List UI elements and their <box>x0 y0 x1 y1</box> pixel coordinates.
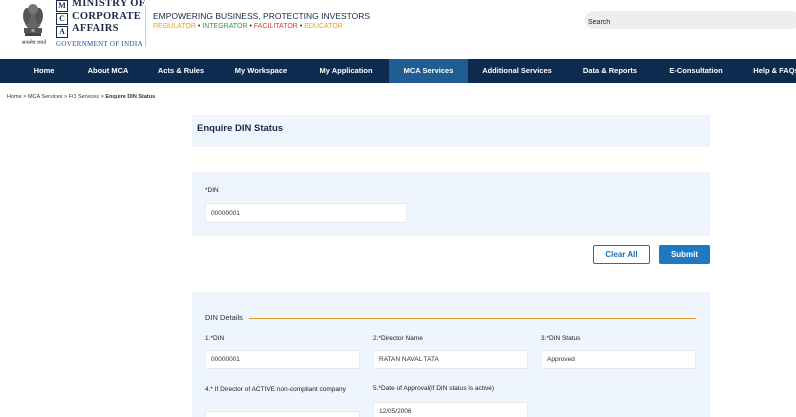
site-header: सत्यमेव जयते M C A MINISTRY OF CORPORATE… <box>0 0 796 59</box>
role-integrator: INTEGRATOR <box>202 23 248 30</box>
nav-item-help-faqs[interactable]: Help & FAQs <box>745 59 796 83</box>
role-separator: • <box>299 23 303 30</box>
din-input[interactable]: 00000001 <box>205 203 407 223</box>
government-of-india-label: GOVERNMENT OF INDIA <box>56 40 143 48</box>
logo-letter-a: A <box>56 26 68 38</box>
role-separator: • <box>197 23 201 30</box>
nav-item-home[interactable]: Home <box>18 59 70 83</box>
detail-din-field[interactable]: 00000001 <box>205 350 360 369</box>
breadcrumb-fo-services[interactable]: FO Services <box>69 94 99 100</box>
search-input[interactable] <box>585 13 796 32</box>
section-divider-line <box>249 318 696 319</box>
main-nav: Home About MCA Acts & Rules My Workspace… <box>0 59 796 83</box>
din-label: *DIN <box>205 187 219 194</box>
detail-label-din: 1.*DIN <box>205 335 225 342</box>
mca-logo-letters[interactable]: M C A <box>56 0 69 39</box>
page-title-panel: Enquire DIN Status <box>192 115 710 147</box>
detail-din-status-field[interactable]: Approved <box>541 350 696 369</box>
mca-logo-text[interactable]: MINISTRY OF CORPORATE AFFAIRS <box>72 0 145 36</box>
nav-item-e-consultation[interactable]: E-Consultation <box>660 59 732 83</box>
din-search-panel: *DIN 00000001 <box>192 172 710 236</box>
breadcrumb-separator: > <box>23 94 27 100</box>
detail-non-compliant-field[interactable] <box>205 411 360 417</box>
search-box[interactable] <box>585 11 796 32</box>
nav-item-my-application[interactable]: My Application <box>310 59 382 83</box>
nav-item-mca-services[interactable]: MCA Services <box>389 59 468 83</box>
breadcrumb-separator: > <box>100 94 104 100</box>
header-divider <box>145 5 146 47</box>
page-title: Enquire DIN Status <box>197 123 284 134</box>
logo-line-1: MINISTRY OF <box>72 0 146 9</box>
role-tagline: REGULATOR • INTEGRATOR • FACILITATOR • E… <box>153 23 343 30</box>
nav-item-acts-rules[interactable]: Acts & Rules <box>150 59 212 83</box>
din-details-panel: DIN Details 1.*DIN 00000001 2.*Director … <box>192 292 710 417</box>
detail-label-non-compliant: 4.* If Director of ACTIVE non-compliant … <box>205 386 346 393</box>
nav-item-additional-services[interactable]: Additional Services <box>477 59 557 83</box>
detail-label-date-of-approval: 5.*Date of Approval(if DIN status is act… <box>373 385 495 392</box>
nav-item-data-reports[interactable]: Data & Reports <box>574 59 646 83</box>
logo-letter-c: C <box>56 13 68 25</box>
logo-line-3: AFFAIRS <box>72 23 119 34</box>
submit-button[interactable]: Submit <box>659 245 710 264</box>
detail-label-director-name: 2.*Director Name <box>373 335 423 342</box>
role-separator: • <box>249 23 252 30</box>
nav-item-my-workspace[interactable]: My Workspace <box>226 59 296 83</box>
logo-line-2: CORPORATE <box>72 10 142 22</box>
breadcrumb-home[interactable]: Home <box>7 94 22 100</box>
role-educator: EDUCATOR <box>304 23 343 30</box>
breadcrumb: Home > MCA Services > FO Services > Enqu… <box>7 94 155 100</box>
clear-all-button[interactable]: Clear All <box>593 245 650 264</box>
role-regulator: REGULATOR <box>153 23 196 30</box>
detail-director-name-field[interactable]: RATAN NAVAL TATA <box>373 350 528 369</box>
breadcrumb-mca-services[interactable]: MCA Services <box>28 94 63 100</box>
role-facilitator: FACILITATOR <box>253 23 298 30</box>
din-details-title: DIN Details <box>205 313 243 322</box>
emblem-caption: सत्यमेव जयते <box>22 40 47 46</box>
breadcrumb-current: Enquire DIN Status <box>105 94 156 100</box>
breadcrumb-separator: > <box>64 94 68 100</box>
detail-date-of-approval-field[interactable]: 12/05/2006 <box>373 402 528 417</box>
detail-label-din-status: 3.*DIN Status <box>541 335 581 342</box>
logo-letter-m: M <box>56 0 68 12</box>
nav-item-about-mca[interactable]: About MCA <box>80 59 136 83</box>
tagline: EMPOWERING BUSINESS, PROTECTING INVESTOR… <box>153 11 371 21</box>
